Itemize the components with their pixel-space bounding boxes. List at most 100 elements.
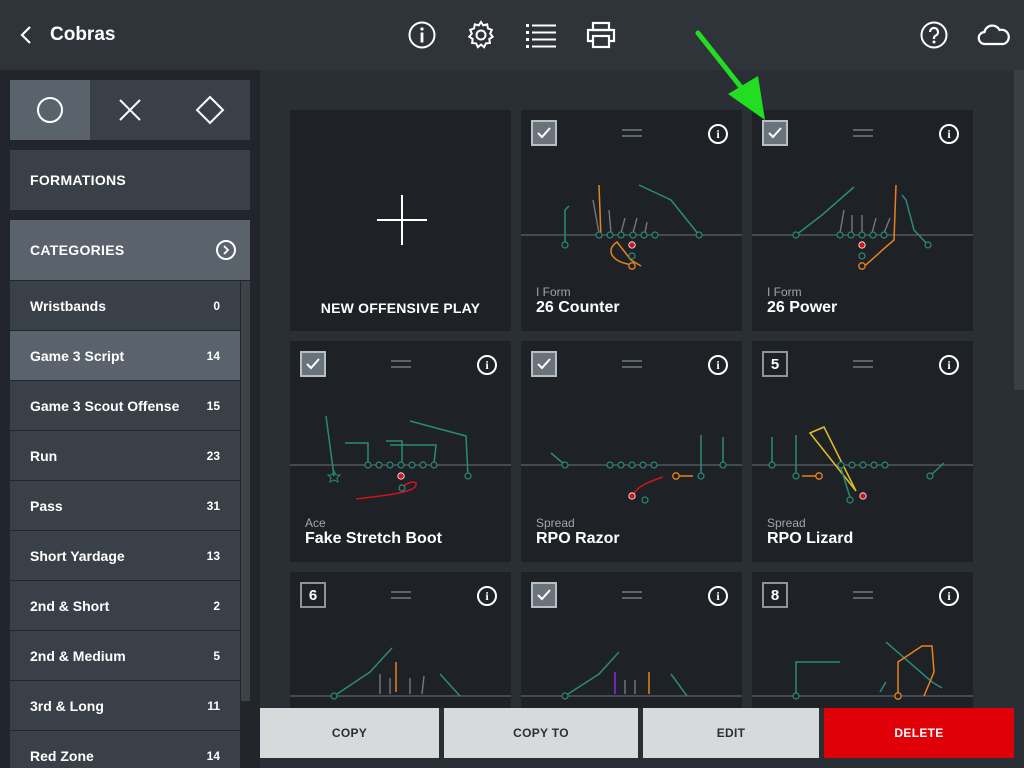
category-item-3rd-long[interactable]: 3rd & Long 11 bbox=[10, 681, 240, 731]
play-card[interactable]: 6 i bbox=[290, 572, 511, 708]
info-icon[interactable]: i bbox=[477, 586, 497, 606]
category-count: 11 bbox=[207, 698, 220, 713]
print-button[interactable] bbox=[584, 18, 618, 52]
category-item-wristbands[interactable]: Wristbands 0 bbox=[10, 281, 240, 331]
category-count: 2 bbox=[213, 598, 220, 613]
help-button[interactable] bbox=[917, 18, 951, 52]
play-diagram bbox=[521, 184, 742, 270]
play-card[interactable]: i Ace Fake Stretch Boot bbox=[290, 341, 511, 562]
play-formation: Spread bbox=[536, 516, 575, 530]
category-count: 14 bbox=[206, 348, 220, 363]
select-checkbox[interactable] bbox=[531, 351, 557, 377]
info-button[interactable] bbox=[405, 18, 439, 52]
drag-handle-icon[interactable] bbox=[622, 360, 642, 368]
category-item-pass[interactable]: Pass 31 bbox=[10, 481, 240, 531]
category-label: 2nd & Medium bbox=[30, 647, 126, 664]
main-scrollbar[interactable] bbox=[1014, 70, 1024, 390]
chevron-right-circle-icon[interactable] bbox=[216, 240, 236, 260]
play-formation: I Form bbox=[767, 285, 802, 299]
category-item-red-zone[interactable]: Red Zone 14 bbox=[10, 731, 240, 768]
checkmark-icon bbox=[537, 589, 551, 601]
select-checkbox[interactable] bbox=[762, 120, 788, 146]
category-label: Wristbands bbox=[30, 297, 106, 314]
category-item-2nd-medium[interactable]: 2nd & Medium 5 bbox=[10, 631, 240, 681]
formations-button[interactable]: FORMATIONS bbox=[10, 150, 250, 210]
drag-handle-icon[interactable] bbox=[853, 591, 873, 599]
play-name: RPO Razor bbox=[536, 530, 620, 547]
play-diagram bbox=[521, 435, 742, 504]
action-bar: COPY COPY TO EDIT DELETE bbox=[260, 708, 1014, 758]
delete-button[interactable]: DELETE bbox=[824, 708, 1014, 758]
play-number-badge[interactable]: 8 bbox=[762, 582, 788, 608]
cloud-icon bbox=[977, 24, 1010, 46]
play-card[interactable]: 5 i Spread RPO Lizard bbox=[752, 341, 973, 562]
gear-icon bbox=[467, 20, 495, 49]
info-icon[interactable]: i bbox=[939, 124, 959, 144]
info-icon[interactable]: i bbox=[477, 355, 497, 375]
play-diagram bbox=[752, 184, 973, 270]
drag-handle-icon[interactable] bbox=[853, 360, 873, 368]
play-number-badge[interactable]: 6 bbox=[300, 582, 326, 608]
category-item-game-3-scout-offense[interactable]: Game 3 Scout Offense 15 bbox=[10, 381, 240, 431]
info-icon[interactable]: i bbox=[939, 586, 959, 606]
play-formation: Spread bbox=[767, 516, 806, 530]
category-item-short-yardage[interactable]: Short Yardage 13 bbox=[10, 531, 240, 581]
info-icon[interactable]: i bbox=[708, 586, 728, 606]
drag-handle-icon[interactable] bbox=[853, 129, 873, 137]
play-card[interactable]: 8 i bbox=[752, 572, 973, 708]
tab-special-diamond[interactable] bbox=[170, 80, 250, 140]
select-checkbox[interactable] bbox=[531, 120, 557, 146]
list-view-button[interactable] bbox=[524, 18, 558, 52]
categories-header[interactable]: CATEGORIES bbox=[10, 220, 250, 280]
category-count: 14 bbox=[206, 748, 220, 763]
back-button[interactable] bbox=[14, 22, 38, 48]
category-item-2nd-short[interactable]: 2nd & Short 2 bbox=[10, 581, 240, 631]
tab-defense-x[interactable] bbox=[90, 80, 170, 140]
x-icon bbox=[119, 99, 141, 121]
cloud-sync-button[interactable] bbox=[975, 18, 1013, 52]
category-label: Game 3 Scout Offense bbox=[30, 397, 180, 414]
play-number-badge[interactable]: 5 bbox=[762, 351, 788, 377]
play-name: RPO Lizard bbox=[767, 530, 854, 547]
category-label: Game 3 Script bbox=[30, 347, 125, 364]
category-count: 15 bbox=[206, 398, 220, 413]
drag-handle-icon[interactable] bbox=[622, 129, 642, 137]
category-label: Short Yardage bbox=[30, 547, 125, 564]
info-icon[interactable]: i bbox=[939, 355, 959, 375]
drag-handle-icon[interactable] bbox=[391, 360, 411, 368]
tab-offense-circle[interactable] bbox=[10, 80, 90, 140]
help-icon bbox=[920, 21, 948, 49]
sidebar-scrollbar[interactable] bbox=[241, 281, 250, 701]
copy-to-button[interactable]: COPY TO bbox=[444, 708, 638, 758]
play-card[interactable]: i bbox=[521, 572, 742, 708]
info-icon[interactable]: i bbox=[708, 124, 728, 144]
play-name: Fake Stretch Boot bbox=[305, 530, 442, 547]
drag-handle-icon[interactable] bbox=[622, 591, 642, 599]
new-offensive-play-card[interactable]: NEW OFFENSIVE PLAY bbox=[290, 110, 511, 331]
copy-button[interactable]: COPY bbox=[260, 708, 439, 758]
play-formation: Ace bbox=[305, 516, 326, 530]
play-diagram bbox=[290, 415, 511, 500]
select-checkbox[interactable] bbox=[300, 351, 326, 377]
new-play-label: NEW OFFENSIVE PLAY bbox=[320, 300, 481, 316]
play-formation: I Form bbox=[536, 285, 571, 299]
play-card[interactable]: i I Form 26 Power bbox=[752, 110, 973, 331]
play-card[interactable]: i Spread RPO Razor bbox=[521, 341, 742, 562]
categories-label: CATEGORIES bbox=[30, 242, 125, 258]
chevron-left-icon bbox=[20, 26, 31, 44]
play-card[interactable]: i I Form 26 Counter bbox=[521, 110, 742, 331]
settings-button[interactable] bbox=[464, 18, 498, 52]
category-item-run[interactable]: Run 23 bbox=[10, 431, 240, 481]
play-diagram bbox=[752, 641, 973, 700]
checkmark-icon bbox=[306, 358, 320, 370]
edit-button[interactable]: EDIT bbox=[643, 708, 819, 758]
category-item-game-3-script[interactable]: Game 3 Script 14 bbox=[10, 331, 240, 381]
drag-handle-icon[interactable] bbox=[391, 591, 411, 599]
play-diagram bbox=[521, 651, 742, 700]
select-checkbox[interactable] bbox=[531, 582, 557, 608]
info-icon bbox=[408, 21, 436, 49]
info-icon[interactable]: i bbox=[708, 355, 728, 375]
formations-label: FORMATIONS bbox=[30, 172, 127, 188]
category-label: Run bbox=[30, 447, 58, 464]
play-name: 26 Power bbox=[767, 299, 838, 316]
